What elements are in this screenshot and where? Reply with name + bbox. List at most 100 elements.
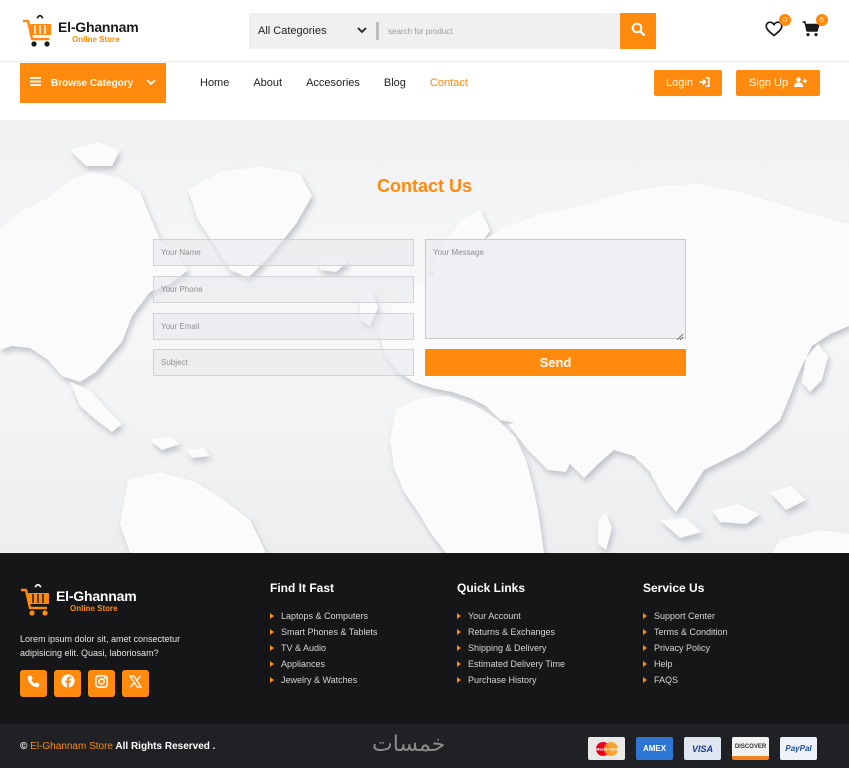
- copyright-brand-link[interactable]: El-Ghannam Store: [30, 741, 113, 752]
- khamsat-watermark: خمسات: [372, 732, 446, 757]
- footer-link[interactable]: Support Center: [643, 608, 728, 624]
- caret-right-icon: [643, 677, 647, 683]
- footer-link[interactable]: Shipping & Delivery: [457, 640, 565, 656]
- nav-home[interactable]: Home: [200, 77, 229, 89]
- caret-right-icon: [643, 629, 647, 635]
- visa-icon: VISA: [684, 737, 721, 760]
- nav-blog[interactable]: Blog: [384, 77, 406, 89]
- footer-brand-tagline: Online Store: [70, 604, 118, 613]
- footer-description: Lorem ipsum dolor sit, amet consectetur …: [20, 634, 181, 658]
- caret-right-icon: [457, 677, 461, 683]
- mastercard-icon: MasterCard: [588, 737, 625, 760]
- phone-button[interactable]: [20, 670, 47, 697]
- phone-icon: [27, 675, 40, 693]
- footer-column-quick-links: Quick Links Your Account Returns & Excha…: [457, 581, 565, 688]
- top-header: El-Ghannam Online Store All Categories 0…: [0, 0, 849, 62]
- footer-link[interactable]: Estimated Delivery Time: [457, 656, 565, 672]
- caret-right-icon: [457, 661, 461, 667]
- instagram-icon: [95, 674, 108, 693]
- cart-button[interactable]: 5: [800, 14, 828, 42]
- caret-right-icon: [457, 645, 461, 651]
- sign-in-icon: [699, 76, 710, 90]
- name-field[interactable]: [153, 239, 414, 266]
- footer-link[interactable]: Help: [643, 656, 728, 672]
- copyright-bar: © El-Ghannam Store All Rights Reserved .…: [0, 724, 849, 768]
- message-field[interactable]: [425, 239, 686, 339]
- footer-link[interactable]: Your Account: [457, 608, 565, 624]
- footer-link[interactable]: Smart Phones & Tablets: [270, 624, 377, 640]
- footer-link[interactable]: Privacy Policy: [643, 640, 728, 656]
- login-button[interactable]: Login: [654, 70, 722, 96]
- footer-link[interactable]: Purchase History: [457, 672, 565, 688]
- footer-column-title: Find It Fast: [270, 581, 334, 595]
- x-icon: [128, 674, 143, 693]
- search-input[interactable]: [379, 13, 620, 49]
- category-select[interactable]: All Categories: [249, 13, 379, 49]
- category-select-value: All Categories: [258, 25, 327, 37]
- paypal-icon: PayPal: [780, 737, 817, 760]
- caret-right-icon: [270, 613, 274, 619]
- discover-icon: DISCOVER: [732, 737, 769, 760]
- search-icon: [631, 22, 646, 41]
- facebook-icon: [60, 674, 75, 693]
- main-navbar: Browse Category Home About Accesories Bl…: [0, 62, 849, 120]
- social-links: [20, 670, 149, 697]
- footer-brand-name: El-Ghannam: [56, 588, 137, 604]
- menu-icon: [30, 77, 41, 89]
- brand-tagline: Online Store: [72, 35, 120, 44]
- copyright-text: © El-Ghannam Store All Rights Reserved .: [20, 741, 216, 752]
- caret-right-icon: [270, 645, 274, 651]
- subject-field[interactable]: [153, 349, 414, 376]
- caret-right-icon: [643, 645, 647, 651]
- cart-count-badge: 5: [816, 14, 828, 26]
- nav-contact[interactable]: Contact: [430, 77, 468, 89]
- footer-link[interactable]: Jewelry & Watches: [270, 672, 377, 688]
- caret-right-icon: [270, 661, 274, 667]
- cart-logo-icon: [22, 13, 54, 49]
- footer-logo[interactable]: El-Ghannam Online Store: [20, 581, 150, 621]
- nav-links: Home About Accesories Blog Contact: [200, 77, 492, 89]
- cart-logo-icon: [20, 582, 52, 618]
- contact-section: Contact Us Send: [0, 120, 849, 553]
- chevron-down-icon: [357, 25, 367, 37]
- contact-title: Contact Us: [376, 176, 472, 196]
- browse-category-label: Browse Category: [51, 77, 134, 89]
- nav-accesories[interactable]: Accesories: [306, 77, 360, 89]
- caret-right-icon: [643, 661, 647, 667]
- caret-right-icon: [270, 629, 274, 635]
- footer-column-title: Service Us: [643, 581, 705, 595]
- chevron-down-icon: [146, 78, 156, 89]
- footer-column-service-us: Service Us Support Center Terms & Condit…: [643, 581, 728, 688]
- nav-about[interactable]: About: [253, 77, 282, 89]
- svg-text:MasterCard: MasterCard: [595, 746, 618, 751]
- login-label: Login: [666, 77, 693, 89]
- search-bar: All Categories: [249, 13, 656, 49]
- footer-column-find-it-fast: Find It Fast Laptops & Computers Smart P…: [270, 581, 377, 688]
- resize-handle-icon[interactable]: [676, 328, 684, 341]
- x-button[interactable]: [122, 670, 149, 697]
- payment-methods: MasterCard AMEX VISA DISCOVER PayPal: [588, 737, 817, 760]
- site-logo[interactable]: El-Ghannam Online Store: [22, 12, 152, 52]
- footer-link[interactable]: Laptops & Computers: [270, 608, 377, 624]
- caret-right-icon: [457, 613, 461, 619]
- caret-right-icon: [270, 677, 274, 683]
- sign-up-button[interactable]: Sign Up: [736, 70, 820, 96]
- instagram-button[interactable]: [88, 670, 115, 697]
- footer-link[interactable]: TV & Audio: [270, 640, 377, 656]
- footer-column-title: Quick Links: [457, 581, 526, 595]
- footer-link[interactable]: Terms & Condition: [643, 624, 728, 640]
- search-button[interactable]: [620, 13, 656, 49]
- footer-link[interactable]: Returns & Exchanges: [457, 624, 565, 640]
- caret-right-icon: [457, 629, 461, 635]
- user-plus-icon: [794, 76, 807, 90]
- browse-category-button[interactable]: Browse Category: [20, 63, 166, 103]
- wishlist-button[interactable]: 0: [763, 14, 791, 42]
- footer-link[interactable]: FAQS: [643, 672, 728, 688]
- caret-right-icon: [643, 613, 647, 619]
- send-button[interactable]: Send: [425, 349, 686, 376]
- site-footer: El-Ghannam Online Store Lorem ipsum dolo…: [0, 553, 849, 724]
- phone-field[interactable]: [153, 276, 414, 303]
- email-field[interactable]: [153, 313, 414, 340]
- footer-link[interactable]: Appliances: [270, 656, 377, 672]
- facebook-button[interactable]: [54, 670, 81, 697]
